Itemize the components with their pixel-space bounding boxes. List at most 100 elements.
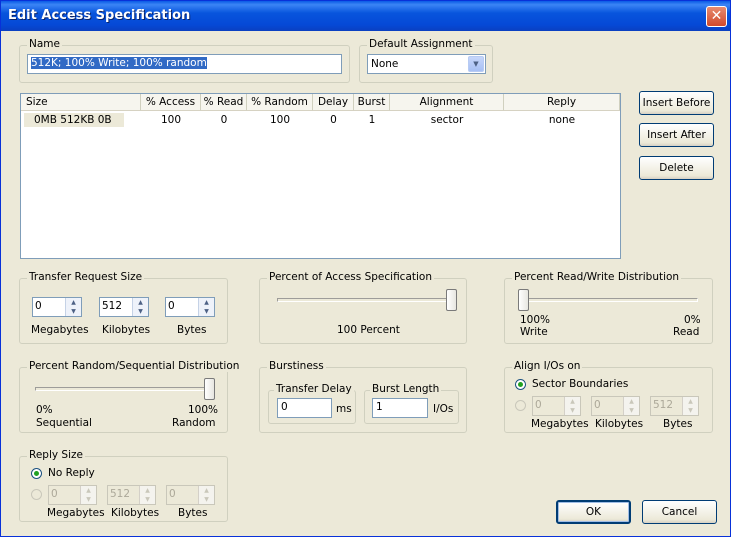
close-icon[interactable]: ✕ bbox=[706, 6, 727, 27]
align-kilobytes-stepper[interactable]: 0 ▲ ▼ bbox=[591, 396, 640, 416]
spin-up-icon[interactable]: ▲ bbox=[133, 298, 148, 307]
transfer-kilobytes-stepper[interactable]: 512 ▲ ▼ bbox=[99, 297, 149, 317]
reply-custom-radio[interactable] bbox=[31, 489, 42, 500]
percent-access-slider[interactable] bbox=[446, 289, 457, 311]
sector-boundaries-radio[interactable] bbox=[515, 379, 526, 390]
spin-down-icon[interactable]: ▼ bbox=[133, 307, 148, 316]
align-ios-legend: Align I/Os on bbox=[512, 360, 583, 372]
spin-down-icon[interactable]: ▼ bbox=[199, 495, 214, 504]
name-value: 512K; 100% Write; 100% random bbox=[31, 57, 207, 69]
column-header-alignment[interactable]: Alignment bbox=[390, 94, 504, 111]
spin-up-icon[interactable]: ▲ bbox=[199, 298, 214, 307]
column-header-read[interactable]: % Read bbox=[201, 94, 247, 111]
spin-up-icon[interactable]: ▲ bbox=[624, 397, 639, 406]
transfer-megabytes-stepper[interactable]: 0 ▲ ▼ bbox=[32, 297, 82, 317]
percent-access-track bbox=[277, 298, 457, 302]
reply-bytes-value: 0 bbox=[169, 488, 176, 500]
cell-alignment: sector bbox=[430, 114, 464, 126]
cancel-button[interactable]: Cancel bbox=[642, 500, 717, 524]
spin-up-icon[interactable]: ▲ bbox=[140, 486, 155, 495]
insert-after-button[interactable]: Insert After bbox=[639, 123, 714, 147]
transfer-delay-unit: ms bbox=[336, 403, 352, 415]
burst-length-unit: I/Os bbox=[433, 403, 454, 415]
transfer-delay-value: 0 bbox=[281, 401, 288, 413]
column-header-random[interactable]: % Random bbox=[247, 94, 313, 111]
spin-down-icon[interactable]: ▼ bbox=[81, 495, 96, 504]
percent-random-track bbox=[35, 387, 215, 391]
column-header-burst[interactable]: Burst bbox=[354, 94, 390, 111]
name-input[interactable]: 512K; 100% Write; 100% random bbox=[27, 54, 342, 74]
random-right-label: Random bbox=[172, 417, 216, 429]
cell-access: 100 bbox=[160, 114, 182, 126]
no-reply-label: No Reply bbox=[48, 467, 95, 479]
no-reply-radio[interactable] bbox=[31, 468, 42, 479]
cell-burst: 1 bbox=[368, 114, 376, 126]
align-kilobytes-label: Kilobytes bbox=[595, 418, 644, 430]
reply-kilobytes-value: 512 bbox=[110, 488, 131, 500]
burst-length-input[interactable]: 1 bbox=[372, 398, 428, 418]
transfer-request-size-legend: Transfer Request Size bbox=[27, 271, 145, 283]
burstiness-legend: Burstiness bbox=[267, 360, 326, 372]
chevron-down-icon[interactable]: ▼ bbox=[468, 56, 484, 72]
title-bar[interactable]: Edit Access Specification ✕ bbox=[1, 1, 730, 31]
spin-up-icon[interactable]: ▲ bbox=[565, 397, 580, 406]
transfer-bytes-label: Bytes bbox=[177, 324, 207, 336]
spin-down-icon[interactable]: ▼ bbox=[199, 307, 214, 316]
align-bytes-label: Bytes bbox=[663, 418, 693, 430]
transfer-kilobytes-value: 512 bbox=[102, 300, 123, 312]
align-kilobytes-value: 0 bbox=[594, 399, 601, 411]
align-megabytes-stepper[interactable]: 0 ▲ ▼ bbox=[532, 396, 581, 416]
transfer-delay-input[interactable]: 0 bbox=[277, 398, 332, 418]
cell-read: 0 bbox=[220, 114, 228, 126]
transfer-bytes-value: 0 bbox=[168, 300, 175, 312]
reply-size-legend: Reply Size bbox=[27, 449, 85, 461]
random-left-pct: 0% bbox=[36, 404, 53, 416]
spin-down-icon[interactable]: ▼ bbox=[565, 406, 580, 415]
burst-length-value: 1 bbox=[376, 401, 383, 413]
name-legend: Name bbox=[27, 38, 62, 50]
reply-kilobytes-stepper[interactable]: 512 ▲ ▼ bbox=[107, 485, 156, 505]
cell-delay: 0 bbox=[330, 114, 337, 126]
align-megabytes-label: Megabytes bbox=[531, 418, 589, 430]
default-assignment-value: None bbox=[371, 58, 399, 70]
edit-access-spec-dialog: Edit Access Specification ✕ Name 512K; 1… bbox=[0, 0, 731, 537]
spin-up-icon[interactable]: ▲ bbox=[199, 486, 214, 495]
reply-megabytes-stepper[interactable]: 0 ▲ ▼ bbox=[48, 485, 97, 505]
column-header-reply[interactable]: Reply bbox=[504, 94, 620, 111]
align-bytes-value: 512 bbox=[653, 399, 674, 411]
cell-random: 100 bbox=[269, 114, 291, 126]
spin-down-icon[interactable]: ▼ bbox=[624, 406, 639, 415]
reply-megabytes-value: 0 bbox=[51, 488, 58, 500]
percent-random-legend: Percent Random/Sequential Distribution bbox=[27, 360, 242, 372]
default-assignment-select[interactable]: None ▼ bbox=[367, 54, 486, 74]
access-spec-list[interactable]: Size % Access % Read % Random Delay Burs… bbox=[20, 93, 621, 259]
column-header-delay[interactable]: Delay bbox=[313, 94, 354, 111]
spin-up-icon[interactable]: ▲ bbox=[683, 397, 698, 406]
rw-right-label: Read bbox=[673, 326, 700, 338]
column-header-size[interactable]: Size bbox=[21, 94, 141, 111]
spin-up-icon[interactable]: ▲ bbox=[66, 298, 81, 307]
spin-down-icon[interactable]: ▼ bbox=[140, 495, 155, 504]
insert-before-button[interactable]: Insert Before bbox=[639, 91, 714, 115]
ok-button[interactable]: OK bbox=[556, 500, 631, 524]
transfer-bytes-stepper[interactable]: 0 ▲ ▼ bbox=[165, 297, 215, 317]
spin-down-icon[interactable]: ▼ bbox=[683, 406, 698, 415]
transfer-delay-legend: Transfer Delay bbox=[274, 383, 354, 395]
percent-rw-legend: Percent Read/Write Distribution bbox=[512, 271, 682, 283]
align-bytes-stepper[interactable]: 512 ▲ ▼ bbox=[650, 396, 699, 416]
reply-bytes-stepper[interactable]: 0 ▲ ▼ bbox=[166, 485, 215, 505]
window-title: Edit Access Specification bbox=[8, 8, 191, 23]
cell-size: 0MB 512KB 0B bbox=[24, 113, 124, 127]
reply-kilobytes-label: Kilobytes bbox=[111, 507, 160, 519]
percent-rw-slider[interactable] bbox=[518, 289, 529, 311]
percent-random-slider[interactable] bbox=[204, 378, 215, 400]
cell-reply: none bbox=[548, 114, 576, 126]
spin-up-icon[interactable]: ▲ bbox=[81, 486, 96, 495]
spin-down-icon[interactable]: ▼ bbox=[66, 307, 81, 316]
column-header-access[interactable]: % Access bbox=[141, 94, 201, 111]
transfer-megabytes-label: Megabytes bbox=[31, 324, 89, 336]
delete-button[interactable]: Delete bbox=[639, 156, 714, 180]
align-custom-radio[interactable] bbox=[515, 400, 526, 411]
rw-right-pct: 0% bbox=[684, 314, 701, 326]
random-right-pct: 100% bbox=[188, 404, 219, 416]
